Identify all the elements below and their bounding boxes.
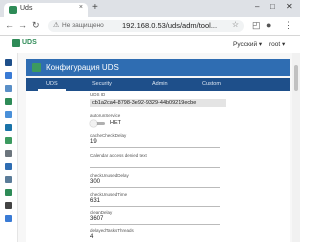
field-label: UDS ID [90,92,106,97]
pools-icon[interactable] [5,124,12,131]
page-scrollbar[interactable] [292,53,300,242]
page-title: Конфигурация UDS [46,63,119,72]
browser-menu-icon[interactable]: ⋮ [284,20,293,30]
language-select[interactable]: Русский ▾ [233,40,262,48]
delayed-tasks-threads-input[interactable]: 4 [90,234,93,240]
user-menu[interactable]: root ▾ [269,40,285,48]
uds-id-field: cb1a2ca4-8798-3e92-9329-44b09219ecbe [90,99,226,107]
tab-custom[interactable]: Custom [202,81,221,87]
back-button[interactable]: ← [5,20,14,30]
cache-check-delay-input[interactable]: 19 [90,139,97,145]
input-underline [90,167,220,168]
config-tabs: UDS Security Admin Custom [26,78,290,91]
close-window-button[interactable]: ✕ [286,2,293,11]
minimize-button[interactable]: – [255,2,259,11]
reload-button[interactable]: ↻ [32,20,40,30]
tab-security[interactable]: Security [92,81,112,87]
flush-cache-icon[interactable] [5,202,12,209]
maximize-button[interactable]: □ [270,2,275,11]
calendars-icon[interactable] [5,137,12,144]
dashboard-icon[interactable] [5,59,12,66]
toggle-state: НЕТ [110,120,121,126]
authenticators-icon[interactable] [5,85,12,92]
field-label: checkUnusedTime [90,192,128,197]
field-label: autorunService [90,113,121,118]
tools-icon[interactable] [5,150,12,157]
osmanagers-icon[interactable] [5,98,12,105]
reports-icon[interactable] [5,176,12,183]
configuration-icon[interactable] [5,189,12,196]
config-form: UDS ID cb1a2ca4-8798-3e92-9329-44b09219e… [26,91,290,242]
connectivity-icon[interactable] [5,111,12,118]
gallery-icon[interactable] [5,163,12,170]
app-logo-text[interactable]: UDS [22,39,37,46]
input-underline [90,224,220,225]
autorun-service-toggle[interactable] [90,120,106,127]
security-status: Не защищено [62,22,104,29]
services-icon[interactable] [5,72,12,79]
card-header: Конфигурация UDS [26,59,290,76]
bookmark-star-icon[interactable]: ☆ [232,20,239,29]
tab-uds[interactable]: UDS [46,81,58,87]
input-underline [90,206,220,207]
field-label: delayedTasksThreads [90,228,134,233]
address-bar[interactable]: ⚠ Не защищено 192.168.0.53/uds/adm/tool.… [48,20,244,32]
tab-close-icon[interactable]: × [79,4,83,11]
tab-title: Uds [20,5,33,12]
browser-toolbar: ← → ↻ ⚠ Не защищено 192.168.0.53/uds/adm… [0,17,300,36]
field-label: checkUnusedDelay [90,173,129,178]
warning-icon: ⚠ [53,22,60,29]
configuration-header-icon [32,63,41,72]
sidebar [0,53,18,242]
extensions-icon[interactable]: ◰ [252,20,261,30]
profile-icon[interactable]: ● [266,20,271,30]
check-unused-time-input[interactable]: 631 [90,198,100,204]
field-value: cb1a2ca4-8798-3e92-9329-44b09219ecbe [92,100,197,106]
field-label: cleanDelay [90,210,113,215]
scroll-thumb[interactable] [294,65,298,91]
tab-admin[interactable]: Admin [152,81,168,87]
favicon-icon [9,6,17,14]
uds-logo-icon [12,39,20,47]
new-tab-button[interactable]: + [92,3,98,13]
input-underline [90,147,220,148]
browser-titlebar: Uds × + – □ ✕ [0,0,300,17]
app-header: UDS Русский ▾ root ▾ [0,36,300,52]
toggle-knob [90,120,97,127]
forward-button[interactable]: → [18,20,27,30]
main-content: Конфигурация UDS UDS Security Admin Cust… [18,53,292,242]
field-label: Calendar access denied text [90,153,147,158]
url-text[interactable]: 192.168.0.53/uds/adm/tool... [122,21,217,30]
browser-tab[interactable]: Uds × [4,3,88,17]
input-underline [90,187,220,188]
field-label: cacheCheckDelay [90,133,127,138]
clean-delay-input[interactable]: 3607 [90,216,103,222]
check-unused-delay-input[interactable]: 300 [90,179,100,185]
actor-tokens-icon[interactable] [5,215,12,222]
